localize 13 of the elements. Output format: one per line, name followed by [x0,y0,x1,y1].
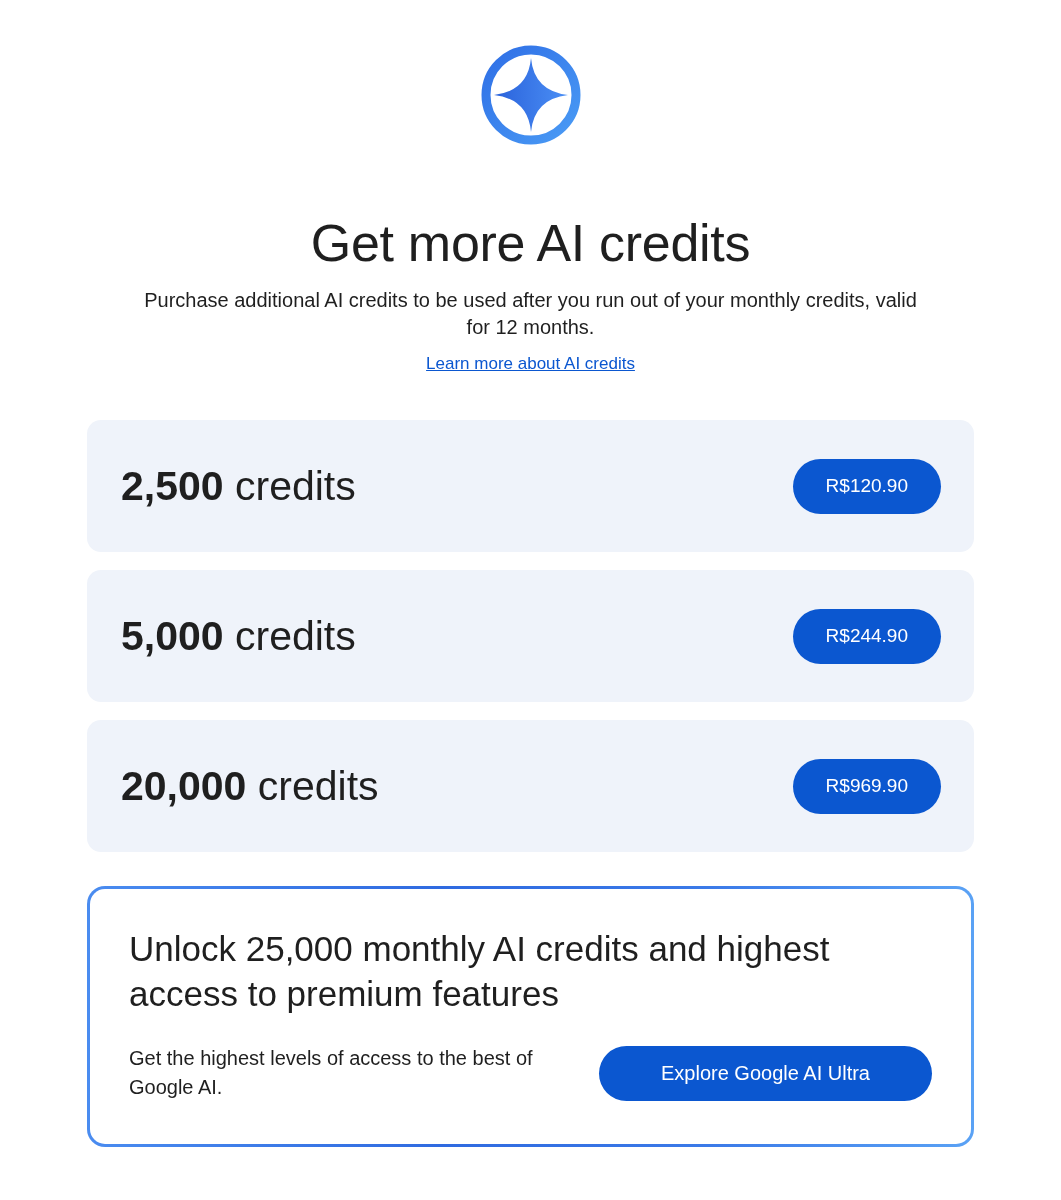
upgrade-heading: Unlock 25,000 monthly AI credits and highest access to premium features [129,928,831,1015]
price-button[interactable]: R$244.90 [792,608,941,664]
description-text: Purchase additional AI credits to be used after you run out of your monthly credits, valid for 12 months. [143,288,918,340]
sparkle-logo-icon [480,45,581,145]
explore-button[interactable]: Explore Google AI Ultra [599,1045,932,1101]
price-button[interactable]: R$969.90 [792,758,941,814]
price-button[interactable]: R$120.90 [792,458,941,514]
credit-amount: 20,000 credits [121,762,379,810]
page-title: Get more AI credits [310,213,751,273]
upgrade-description: Get the highest levels of access to the best of Google AI. [129,1046,534,1100]
credit-amount: 2,500 credits [121,462,356,510]
learn-more-link[interactable]: Learn more about AI credits [426,353,635,375]
credit-amount: 5,000 credits [121,612,356,660]
